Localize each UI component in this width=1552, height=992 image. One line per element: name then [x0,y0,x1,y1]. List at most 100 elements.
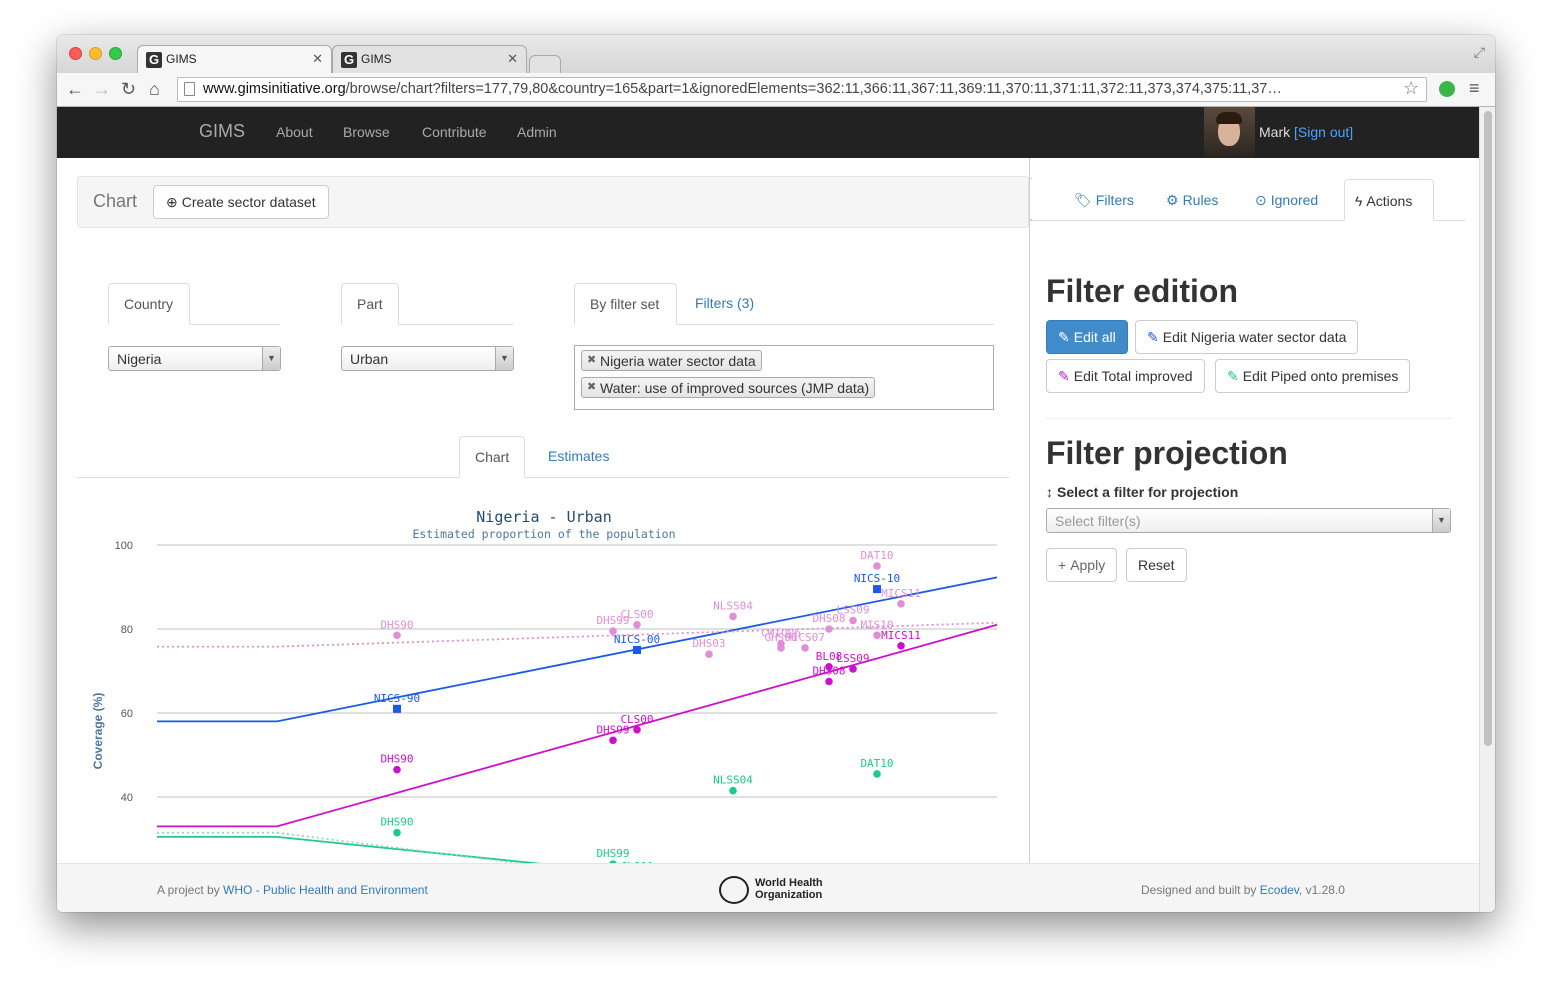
series-line [157,835,542,863]
gims-favicon-icon: G [146,52,162,68]
pencil-icon: ✎ [1058,368,1070,384]
browser-tab-2[interactable]: G GIMS ✕ [332,45,527,73]
chart-grid: 20406080100 [115,540,997,804]
projection-label: ↕ Select a filter for projection [1046,484,1239,500]
tab-ignored[interactable]: ⊙ Ignored [1245,179,1328,221]
chart-series: NICS-90NICS-00NICS-10DHS90 DHS99CLS00DHS0… [157,549,998,863]
bookmark-star-icon[interactable]: ☆ [1403,78,1419,99]
nav-contribute[interactable]: Contribute [422,124,487,140]
sign-out-link[interactable]: [Sign out] [1294,124,1353,140]
edit-all-button[interactable]: ✎ Edit all [1046,320,1128,354]
data-point [705,650,713,658]
url-path: /browse/chart?filters=177,79,80&country=… [345,81,1282,97]
nav-browse[interactable]: Browse [343,124,390,140]
data-label: DHS99 [596,847,629,860]
sidebar: ⇥ 🏷Filters ⚙Rules ⊙Ignored ϟActions Filt… [1029,158,1479,863]
part-select[interactable]: Urban ▼ [341,346,514,371]
data-label: DHS03 [692,637,725,650]
create-sector-dataset-button[interactable]: ⊕ Create sector dataset [153,185,329,219]
home-icon[interactable]: ⌂ [149,79,160,100]
new-tab-button[interactable] [529,55,561,73]
edit-nigeria-water-sector-data-button[interactable]: ✎ Edit Nigeria water sector data [1135,320,1359,354]
tab-chart[interactable]: Chart [459,436,525,478]
data-point [609,736,617,745]
plus-circle-icon: ⊕ [166,194,178,210]
edit-total-improved-button[interactable]: ✎ Edit Total improved [1046,359,1205,393]
page-icon [184,82,195,96]
collapse-panel-button[interactable]: ⇥ [1030,178,1032,220]
pencil-icon: ✎ [1058,329,1070,345]
resize-vertical-icon: ↕ [1046,484,1053,500]
maximize-window-button[interactable] [109,47,122,60]
reload-icon[interactable]: ↻ [121,79,136,100]
data-label: MICS11 [881,587,921,600]
minimize-window-button[interactable] [89,47,102,60]
section-divider [1046,418,1451,419]
country-select[interactable]: Nigeria ▼ [108,346,281,371]
who-link[interactable]: WHO - Public Health and Environment [223,883,428,897]
tab-filters[interactable]: Filters (3) [680,283,769,325]
data-point [825,663,833,671]
close-tab-icon[interactable]: ✕ [507,51,518,67]
data-label: DHS90 [380,816,413,829]
y-axis-label: Coverage (%) [91,693,105,770]
tab-part[interactable]: Part [341,283,399,325]
series-line [157,623,998,828]
gear-icon: ⚙ [1166,192,1179,208]
footer-designer: Designed and built by Ecodev, v1.28.0 [1141,883,1345,897]
data-label: NICS-90 [374,692,420,705]
brand-logo[interactable]: GIMS [199,121,245,142]
series-line [157,576,998,723]
filter-set-multiselect[interactable]: ✖ Nigeria water sector data ✖ Water: use o… [574,345,994,410]
browser-window: G GIMS ✕ G GIMS ✕ ⤢ ← → ↻ ⌂ www.gimsinit… [57,35,1495,912]
data-point [873,770,881,778]
nav-about[interactable]: About [276,124,313,140]
footer: A project by WHO - Public Health and Env… [57,863,1479,912]
who-logo-icon [719,876,749,904]
apply-button[interactable]: + Apply [1046,548,1118,582]
projection-filter-select[interactable]: Select filter(s) ▼ [1046,508,1451,533]
browser-tab-1[interactable]: G GIMS ✕ [137,45,332,73]
data-point [633,726,641,734]
chart-header: Chart ⊕ Create sector dataset [77,176,1029,228]
extension-icon[interactable] [1439,81,1455,97]
data-point [897,600,905,608]
menu-icon[interactable]: ≡ [1469,78,1480,99]
fullscreen-icon[interactable]: ⤢ [1474,44,1485,61]
data-point [729,786,737,795]
gims-favicon-icon: G [341,52,357,68]
tab-rules[interactable]: ⚙ Rules [1156,179,1228,221]
data-point [825,677,833,686]
data-point [873,562,881,570]
reset-button[interactable]: Reset [1126,548,1187,582]
tab-actions[interactable]: ϟ Actions [1344,179,1434,221]
close-tab-icon[interactable]: ✕ [312,51,323,67]
remove-icon[interactable]: ✖ [587,380,596,393]
tab-filters[interactable]: 🏷 Filters [1064,179,1144,221]
ecodev-link[interactable]: Ecodev [1260,883,1299,897]
address-bar[interactable]: www.gimsinitiative.org/browse/chart?filt… [177,77,1427,102]
tab-estimates[interactable]: Estimates [533,436,624,478]
chart-panel: Chart ⊕ Create sector dataset Country Nig… [57,158,1029,863]
filter-projection-heading: Filter projection [1046,435,1288,471]
data-label: NLSS04 [713,774,753,787]
page-scrollbar[interactable] [1479,107,1495,912]
tab-country[interactable]: Country [108,283,190,325]
data-label: DHS90 [380,753,413,766]
nav-admin[interactable]: Admin [517,124,557,140]
back-icon[interactable]: ← [66,79,84,100]
forward-icon[interactable]: → [93,79,111,100]
remove-icon[interactable]: ✖ [587,353,596,366]
tab-by-filter-set[interactable]: By filter set [574,283,677,325]
filter-edition-heading: Filter edition [1046,273,1238,309]
data-label: MICS11 [881,629,921,642]
data-point [393,704,401,713]
close-window-button[interactable] [69,47,82,60]
bolt-icon: ϟ [1355,193,1363,209]
edit-piped-onto-premises-button[interactable]: ✎ Edit Piped onto premises [1215,359,1411,393]
browser-tab-strip: G GIMS ✕ G GIMS ✕ ⤢ [57,35,1495,73]
scrollbar-thumb[interactable] [1484,111,1492,746]
data-point [633,621,641,629]
y-tick-label: 60 [121,708,133,720]
data-label: DHS90 [380,618,413,631]
